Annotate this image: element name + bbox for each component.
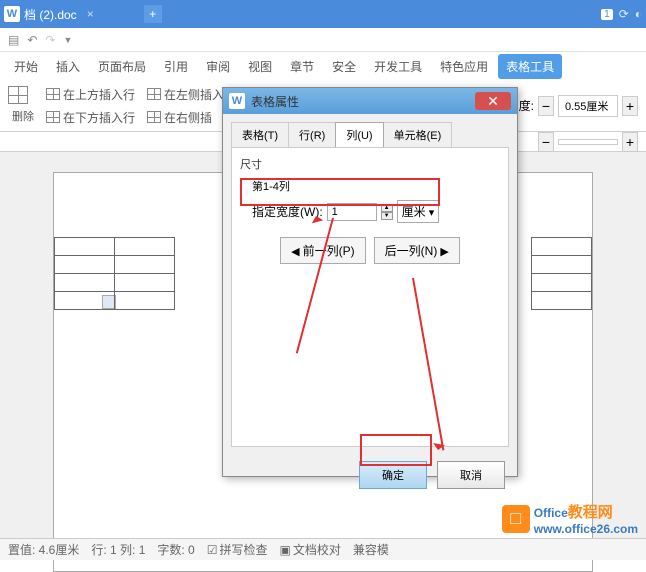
watermark: □ OfficeOffice教程网教程网 www.office26.com bbox=[502, 501, 638, 536]
undo-icon[interactable]: ↶ bbox=[27, 33, 37, 47]
highlight-annotation bbox=[240, 178, 440, 206]
tab-developer[interactable]: 开发工具 bbox=[366, 54, 430, 79]
size-label: 尺寸 bbox=[240, 156, 500, 172]
dialog-tab-row[interactable]: 行(R) bbox=[288, 122, 336, 147]
watermark-logo-icon: □ bbox=[502, 505, 530, 533]
title-bar: W 档 (2).doc × + 1 ⟳ ◐ bbox=[0, 0, 646, 28]
watermark-url: www.office26.com bbox=[534, 522, 638, 536]
notification-badge[interactable]: 1 bbox=[601, 9, 613, 20]
dialog-tab-column[interactable]: 列(U) bbox=[335, 122, 383, 147]
tab-home[interactable]: 开始 bbox=[6, 54, 46, 79]
width-increase-button[interactable]: + bbox=[622, 132, 638, 152]
tab-table-tools[interactable]: 表格工具 bbox=[498, 54, 562, 79]
tab-references[interactable]: 引用 bbox=[156, 54, 196, 79]
tab-insert[interactable]: 插入 bbox=[48, 54, 88, 79]
watermark-title: OfficeOffice教程网教程网 bbox=[534, 501, 638, 522]
status-bar: 置值: 4.6厘米 行: 1 列: 1 字数: 0 ☑ 拼写检查 ▣ 文档校对 … bbox=[0, 538, 646, 560]
dialog-tab-cell[interactable]: 单元格(E) bbox=[383, 122, 453, 147]
menu-icon[interactable]: ▤ bbox=[8, 33, 19, 47]
arrow-head-icon-2 bbox=[431, 443, 445, 457]
new-tab-button[interactable]: + bbox=[144, 5, 162, 23]
insert-row-above-button[interactable]: 在上方插入行 bbox=[42, 84, 139, 105]
tab-page-layout[interactable]: 页面布局 bbox=[90, 54, 154, 79]
dialog-app-icon: W bbox=[229, 93, 245, 109]
insert-row-below-button[interactable]: 在下方插入行 bbox=[42, 107, 139, 128]
document-name: 档 (2).doc bbox=[24, 6, 77, 23]
dialog-close-button[interactable]: ✕ bbox=[475, 92, 511, 110]
status-spellcheck[interactable]: ☑ 拼写检查 bbox=[207, 541, 268, 558]
qat-dropdown-icon[interactable]: ▼ bbox=[63, 35, 72, 45]
dialog-titlebar[interactable]: W 表格属性 ✕ bbox=[223, 88, 517, 114]
app-icon: W bbox=[4, 6, 20, 22]
tab-chapter[interactable]: 章节 bbox=[282, 54, 322, 79]
document-table-right[interactable] bbox=[531, 237, 592, 310]
document-table[interactable] bbox=[54, 237, 175, 310]
height-input[interactable]: 0.55厘米 bbox=[558, 95, 618, 117]
width-decrease-button[interactable]: − bbox=[538, 132, 554, 152]
status-rowcol[interactable]: 行: 1 列: 1 bbox=[91, 541, 145, 558]
status-proof[interactable]: ▣ 文档校对 bbox=[280, 541, 341, 558]
status-wordcount[interactable]: 字数: 0 bbox=[157, 541, 194, 558]
highlight-ok-annotation bbox=[360, 434, 432, 466]
cancel-button[interactable]: 取消 bbox=[437, 461, 505, 489]
skin-icon[interactable]: ◐ bbox=[635, 7, 642, 21]
tab-special[interactable]: 特色应用 bbox=[432, 54, 496, 79]
width-input[interactable] bbox=[558, 139, 618, 145]
close-tab-icon[interactable]: × bbox=[87, 7, 94, 21]
tab-view[interactable]: 视图 bbox=[240, 54, 280, 79]
tab-review[interactable]: 审阅 bbox=[198, 54, 238, 79]
dialog-title: 表格属性 bbox=[251, 93, 299, 110]
delete-button[interactable]: 删除 bbox=[8, 106, 38, 126]
redo-icon[interactable]: ↷ bbox=[45, 33, 55, 47]
dialog-tab-table[interactable]: 表格(T) bbox=[231, 122, 289, 147]
table-icon[interactable] bbox=[8, 86, 28, 104]
spinner-down-button[interactable]: ▼ bbox=[381, 212, 393, 220]
tab-security[interactable]: 安全 bbox=[324, 54, 364, 79]
height-increase-button[interactable]: + bbox=[622, 96, 638, 116]
sync-icon[interactable]: ⟳ bbox=[619, 7, 629, 21]
status-position[interactable]: 置值: 4.6厘米 bbox=[8, 541, 79, 558]
quick-access-toolbar: ▤ ↶ ↷ ▼ bbox=[0, 28, 646, 52]
ribbon-tabs: 开始 插入 页面布局 引用 审阅 视图 章节 安全 开发工具 特色应用 表格工具 bbox=[0, 52, 646, 80]
height-decrease-button[interactable]: − bbox=[538, 96, 554, 116]
arrow-annotation-2 bbox=[412, 278, 444, 451]
next-column-button[interactable]: 后一列(N) ▶ bbox=[374, 237, 460, 264]
dialog-body: 尺寸 第1-4列 指定宽度(W): ▲ ▼ 厘米 ▾ ◀ 前一列(P) 后一列(… bbox=[231, 147, 509, 447]
table-properties-dialog: W 表格属性 ✕ 表格(T) 行(R) 列(U) 单元格(E) 尺寸 第1-4列… bbox=[222, 87, 518, 477]
status-compat[interactable]: 兼容模 bbox=[353, 541, 389, 558]
document-tab[interactable]: W 档 (2).doc × bbox=[4, 6, 94, 23]
dialog-tabs: 表格(T) 行(R) 列(U) 单元格(E) bbox=[223, 114, 517, 147]
